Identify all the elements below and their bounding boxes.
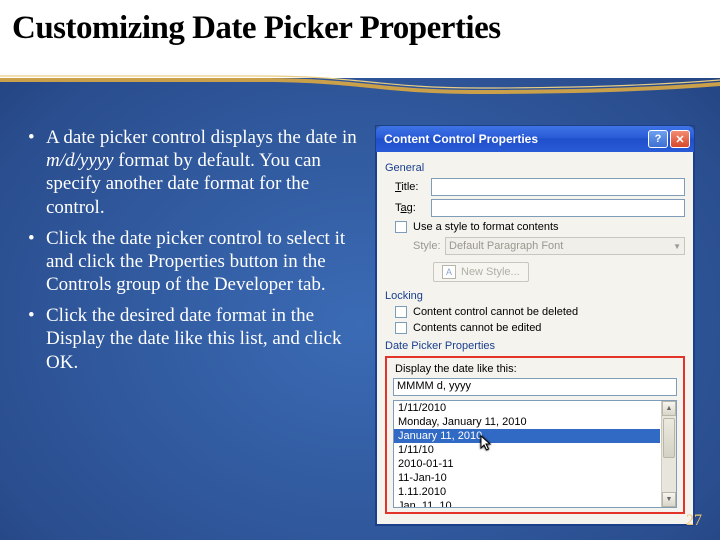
title-label: Title: bbox=[395, 181, 431, 193]
scroll-up-button[interactable]: ▲ bbox=[662, 401, 676, 416]
date-format-option[interactable]: 2010-01-11 bbox=[394, 457, 660, 471]
lock-delete-check[interactable]: Content control cannot be deleted bbox=[395, 306, 685, 318]
dialog-body: General Title: Tag: Use a style to forma… bbox=[376, 152, 694, 525]
dialog-title-text: Content Control Properties bbox=[384, 132, 538, 146]
date-format-option[interactable]: 1.11.2010 bbox=[394, 485, 660, 499]
style-row: Style: Default Paragraph Font ▼ bbox=[413, 237, 685, 255]
scroll-down-button[interactable]: ▼ bbox=[662, 492, 676, 507]
bullet-item: Click the date picker control to select … bbox=[24, 227, 364, 297]
dialog-window: Content Control Properties ? ✕ General T… bbox=[376, 126, 694, 525]
tag-input[interactable] bbox=[431, 199, 685, 217]
date-format-option[interactable]: January 11, 2010 bbox=[394, 429, 660, 443]
date-format-option[interactable]: 1/11/10 bbox=[394, 443, 660, 457]
lock-edit-check[interactable]: Contents cannot be edited bbox=[395, 322, 685, 334]
slide: Customizing Date Picker Properties A dat… bbox=[0, 0, 720, 540]
bullet-item: A date picker control displays the date … bbox=[24, 126, 364, 219]
slide-title: Customizing Date Picker Properties bbox=[12, 10, 708, 47]
style-label: Style: bbox=[413, 240, 445, 252]
scrollbar[interactable]: ▲ ▼ bbox=[661, 401, 676, 507]
tag-row: Tag: bbox=[395, 199, 685, 217]
use-style-check[interactable]: Use a style to format contents bbox=[395, 221, 685, 233]
title-band: Customizing Date Picker Properties bbox=[0, 0, 720, 78]
scroll-track[interactable] bbox=[662, 416, 676, 492]
date-format-option[interactable]: Jan. 11, 10 bbox=[394, 499, 660, 508]
date-format-list[interactable]: 1/11/2010Monday, January 11, 2010January… bbox=[393, 400, 677, 508]
page-number: 27 bbox=[686, 512, 702, 530]
chevron-down-icon: ▼ bbox=[673, 242, 681, 251]
bullet-list: A date picker control displays the date … bbox=[24, 126, 364, 525]
date-picker-highlight: Display the date like this: MMMM d, yyyy… bbox=[385, 356, 685, 514]
section-general: General bbox=[385, 162, 685, 174]
style-combo[interactable]: Default Paragraph Font ▼ bbox=[445, 237, 685, 255]
bullet-item: Click the desired date format in the Dis… bbox=[24, 304, 364, 374]
date-format-input[interactable]: MMMM d, yyyy bbox=[393, 378, 677, 396]
date-format-option[interactable]: Monday, January 11, 2010 bbox=[394, 415, 660, 429]
style-value: Default Paragraph Font bbox=[449, 240, 563, 252]
dialog-titlebar[interactable]: Content Control Properties ? ✕ bbox=[376, 126, 694, 152]
close-button[interactable]: ✕ bbox=[670, 130, 690, 148]
scroll-thumb[interactable] bbox=[663, 418, 675, 458]
style-glyph-icon: A bbox=[442, 265, 456, 279]
title-row: Title: bbox=[395, 178, 685, 196]
dialog-screenshot: Content Control Properties ? ✕ General T… bbox=[376, 126, 696, 525]
lock-delete-label: Content control cannot be deleted bbox=[413, 306, 578, 318]
display-date-label: Display the date like this: bbox=[395, 363, 679, 375]
date-format-option[interactable]: 11-Jan-10 bbox=[394, 471, 660, 485]
section-datepicker: Date Picker Properties bbox=[385, 340, 685, 352]
section-locking: Locking bbox=[385, 290, 685, 302]
checkbox-icon bbox=[395, 306, 407, 318]
tag-label: Tag: bbox=[395, 202, 431, 214]
checkbox-icon bbox=[395, 322, 407, 334]
slide-body: A date picker control displays the date … bbox=[0, 78, 720, 525]
date-format-option[interactable]: 1/11/2010 bbox=[394, 401, 660, 415]
new-style-button[interactable]: A New Style... bbox=[433, 262, 529, 282]
help-button[interactable]: ? bbox=[648, 130, 668, 148]
use-style-label: Use a style to format contents bbox=[413, 221, 559, 233]
checkbox-icon bbox=[395, 221, 407, 233]
lock-edit-label: Contents cannot be edited bbox=[413, 322, 541, 334]
new-style-label: New Style... bbox=[461, 266, 520, 278]
title-input[interactable] bbox=[431, 178, 685, 196]
